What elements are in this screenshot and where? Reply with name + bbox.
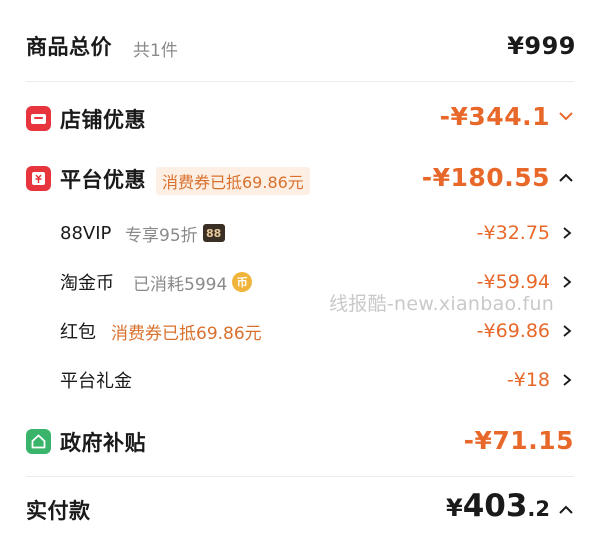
- sub-item-label: 淘金币: [60, 273, 114, 294]
- payment-amount: ¥ 403 .2: [446, 488, 550, 524]
- watermark: 线报酷-new.xianbao.fun: [329, 293, 555, 315]
- sub-item-lijin[interactable]: 平台礼金 -¥18: [0, 364, 600, 396]
- sub-item-note-wrap: 已消耗5994 币: [133, 270, 253, 295]
- gov-subsidy-label: 政府补贴: [60, 431, 146, 455]
- sub-item-amount: -¥18: [506, 369, 550, 391]
- summary-row: 商品总价 共1件 ¥999: [0, 26, 600, 66]
- coin-icon: 币: [232, 272, 253, 292]
- payment-currency: ¥: [445, 494, 463, 522]
- chevron-right-icon[interactable]: [562, 324, 572, 338]
- sub-item-note-wrap: 专享95折 88: [125, 221, 225, 246]
- sub-item-label: 平台礼金: [60, 371, 132, 392]
- coupon-icon: [26, 166, 51, 191]
- store-discount-row[interactable]: 店铺优惠 -¥344.1: [0, 99, 600, 139]
- platform-discount-amount: -¥180.55: [421, 163, 550, 192]
- store-discount-amount: -¥344.1: [439, 102, 550, 131]
- payment-decimal: .2: [527, 497, 550, 521]
- chevron-up-icon[interactable]: [558, 172, 574, 184]
- sub-item-note: 消费券已抵69.86元: [111, 324, 262, 344]
- chevron-right-icon[interactable]: [562, 226, 572, 240]
- chevron-down-icon[interactable]: [558, 110, 574, 122]
- sub-item-amount: -¥32.75: [476, 222, 550, 244]
- sub-item-label: 88VIP: [60, 222, 112, 244]
- summary-title: 商品总价: [26, 35, 112, 59]
- sub-item-note: 已消耗5994: [133, 274, 228, 295]
- payment-row[interactable]: 实付款 ¥ 403 .2: [0, 488, 600, 532]
- house-icon: [26, 429, 51, 454]
- sub-item-amount: -¥69.86: [476, 320, 550, 342]
- store-icon: [26, 106, 51, 131]
- gov-subsidy-amount: -¥71.15: [463, 426, 574, 455]
- divider: [26, 81, 574, 82]
- sub-item-note: 专享95折: [125, 225, 198, 246]
- sub-item-hongbao[interactable]: 红包 消费券已抵69.86元 -¥69.86: [0, 315, 600, 347]
- gov-subsidy-row: 政府补贴 -¥71.15: [0, 421, 600, 463]
- item-count: 共1件: [133, 41, 178, 61]
- sub-item-88vip[interactable]: 88VIP 专享95折 88 -¥32.75: [0, 217, 600, 249]
- coupon-tag: 消费券已抵69.86元: [156, 167, 310, 195]
- store-discount-label: 店铺优惠: [60, 108, 146, 132]
- payment-label: 实付款: [26, 499, 91, 523]
- vip-badge: 88: [202, 224, 225, 242]
- sub-item-label: 红包: [60, 322, 96, 343]
- chevron-right-icon[interactable]: [562, 275, 572, 289]
- divider: [26, 476, 574, 477]
- payment-integer: 403: [462, 488, 528, 524]
- chevron-up-icon[interactable]: [558, 504, 574, 516]
- platform-discount-row[interactable]: 平台优惠 消费券已抵69.86元 -¥180.55: [0, 158, 600, 200]
- total-price: ¥999: [507, 32, 576, 60]
- platform-discount-label: 平台优惠: [60, 168, 146, 192]
- chevron-right-icon[interactable]: [562, 373, 572, 387]
